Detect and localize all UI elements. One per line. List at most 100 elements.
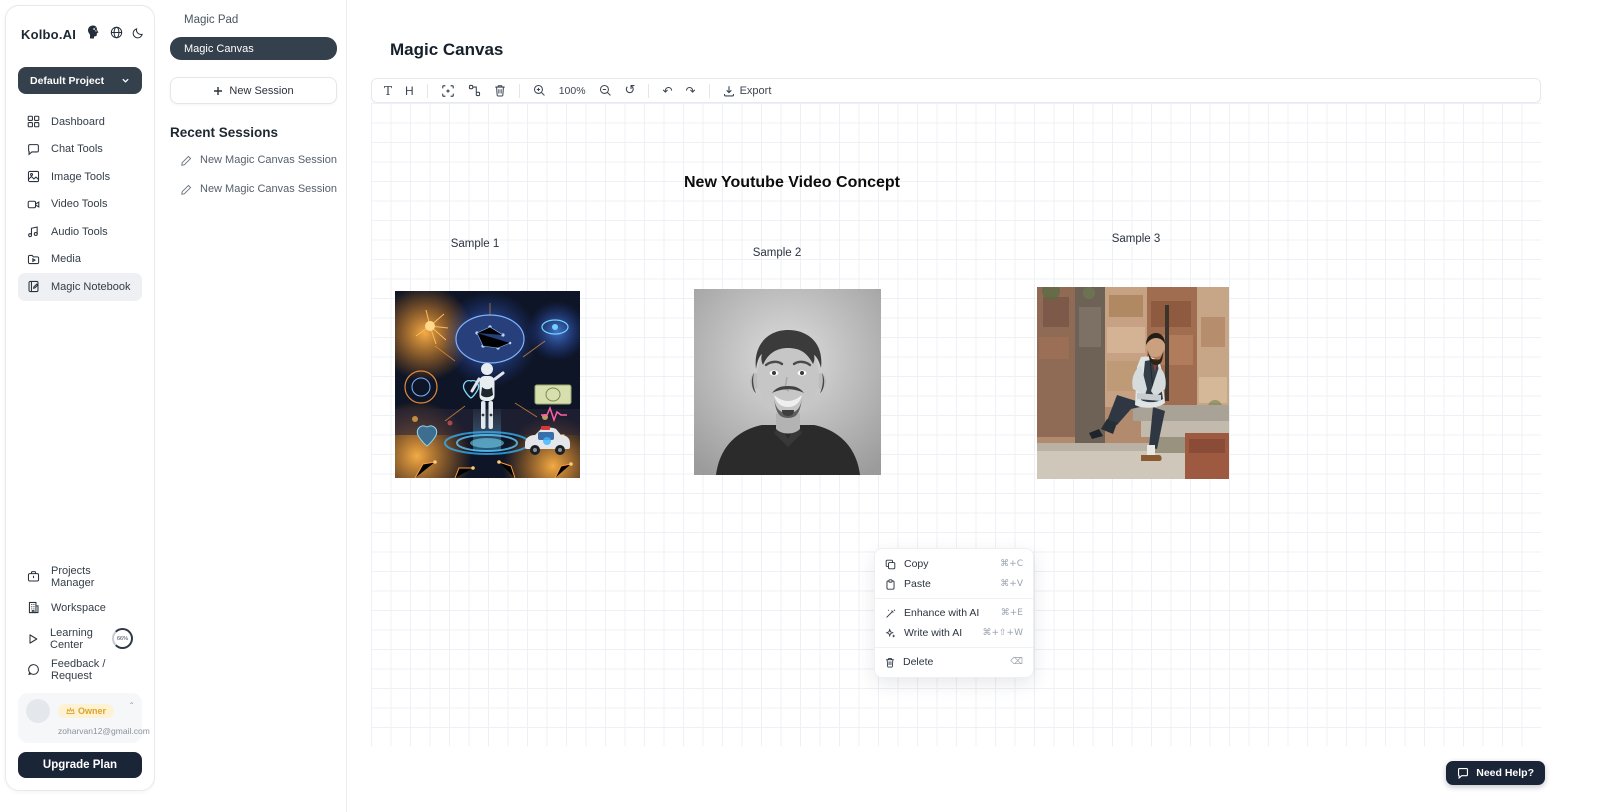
ai-select-icon: [441, 84, 455, 98]
sidebar-item-learning-center[interactable]: Learning Center 66%: [18, 623, 142, 654]
sidebar-item-workspace[interactable]: Workspace: [18, 592, 142, 623]
context-menu: Copy ⌘+C Paste ⌘+V Enhance with AI ⌘+E W…: [874, 548, 1034, 678]
sidebar-item-label: Projects Manager: [51, 565, 133, 589]
sidebar-item-label: Workspace: [51, 602, 106, 614]
user-card[interactable]: Owner zoharvan12@gmail.com ⌃: [18, 693, 142, 743]
sparkles-icon: [885, 628, 896, 639]
trash-icon: [494, 84, 506, 97]
logo-row: Kolbo.AI: [18, 24, 142, 45]
sidebar-item-label: Image Tools: [51, 171, 110, 183]
context-menu-write-ai[interactable]: Write with AI ⌘+⇧+W: [875, 623, 1033, 643]
project-selector[interactable]: Default Project: [18, 67, 142, 94]
reset-view-button[interactable]: ↺: [625, 84, 636, 97]
sample-3-label[interactable]: Sample 3: [1112, 233, 1161, 245]
video-icon: [27, 198, 40, 211]
globe-icon[interactable]: [110, 26, 123, 44]
sample-2-label[interactable]: Sample 2: [753, 247, 802, 259]
sidebar-item-media[interactable]: Media: [18, 246, 142, 274]
export-button[interactable]: Export: [723, 85, 772, 97]
brain-logo-icon: [85, 24, 101, 45]
main-nav: Dashboard Chat Tools Image Tools Video T…: [18, 108, 142, 301]
zoom-in-button[interactable]: [533, 84, 546, 97]
sidebar-item-magic-notebook[interactable]: Magic Notebook: [18, 273, 142, 301]
context-menu-delete[interactable]: Delete ⌫: [875, 652, 1033, 672]
chat-bubble-icon: [1457, 767, 1469, 779]
brand-logo: Kolbo.AI: [21, 27, 76, 42]
play-icon: [27, 633, 39, 645]
context-menu-enhance-ai[interactable]: Enhance with AI ⌘+E: [875, 603, 1033, 623]
zoom-in-icon: [533, 84, 546, 97]
magic-canvas-grid[interactable]: New Youtube Video Concept Sample 1 Sampl…: [371, 103, 1541, 746]
image-icon: [27, 170, 40, 183]
sidebar-item-feedback[interactable]: Feedback / Request: [18, 654, 142, 685]
pencil-icon: [181, 155, 192, 166]
bottom-nav: Projects Manager Workspace Learning Cent…: [18, 561, 142, 685]
canvas-heading[interactable]: New Youtube Video Concept: [684, 174, 900, 192]
context-menu-paste[interactable]: Paste ⌘+V: [875, 574, 1033, 594]
caret-icon: ⌃: [128, 701, 135, 710]
magic-pad-item[interactable]: Magic Pad: [184, 14, 337, 26]
page-title: Magic Canvas: [390, 40, 503, 60]
avatar: [26, 699, 50, 723]
session-list-item[interactable]: New Magic Canvas Session: [181, 183, 337, 195]
sidebar-item-audio-tools[interactable]: Audio Tools: [18, 218, 142, 246]
trash-icon: [885, 657, 895, 668]
connector-icon: [468, 84, 481, 97]
sidebar-item-video-tools[interactable]: Video Tools: [18, 191, 142, 219]
sample-1-label[interactable]: Sample 1: [451, 238, 500, 250]
magic-canvas-item[interactable]: Magic Canvas: [170, 37, 337, 60]
moon-icon[interactable]: [132, 26, 144, 44]
learning-progress-badge: 66%: [112, 628, 133, 649]
user-email: zoharvan12@gmail.com: [58, 726, 134, 736]
delete-tool-button[interactable]: [494, 84, 506, 97]
heading-tool-button[interactable]: H: [405, 84, 414, 98]
upgrade-plan-button[interactable]: Upgrade Plan: [18, 752, 142, 778]
main-area: Magic Canvas T H 100% ↺ ↶ ↷ Export: [348, 0, 1600, 812]
need-help-button[interactable]: Need Help?: [1446, 761, 1545, 785]
zoom-level: 100%: [559, 85, 586, 97]
redo-button[interactable]: ↷: [686, 85, 696, 97]
sidebar-item-label: Learning Center: [50, 627, 99, 651]
session-panel: Magic Pad Magic Canvas New Session Recen…: [155, 0, 347, 812]
sidebar-item-label: Magic Notebook: [51, 281, 131, 293]
text-tool-button[interactable]: T: [384, 84, 392, 98]
canvas-toolbar: T H 100% ↺ ↶ ↷ Export: [371, 78, 1541, 103]
sample-1-image[interactable]: ¥: [395, 291, 580, 478]
zoom-out-icon: [599, 84, 612, 97]
sidebar-item-image-tools[interactable]: Image Tools: [18, 163, 142, 191]
notebook-icon: [27, 280, 40, 293]
magic-wand-icon: [885, 608, 896, 619]
undo-button[interactable]: ↶: [662, 85, 672, 97]
audio-icon: [27, 225, 40, 238]
feedback-icon: [27, 663, 40, 676]
copy-icon: [885, 559, 896, 570]
sidebar: Kolbo.AI Default Project Dashboard Chat …: [5, 5, 155, 791]
menu-divider: [875, 598, 1033, 599]
sidebar-item-label: Dashboard: [51, 116, 105, 128]
plus-icon: [213, 86, 223, 96]
sidebar-item-dashboard[interactable]: Dashboard: [18, 108, 142, 136]
paste-icon: [885, 579, 896, 590]
dashboard-icon: [27, 115, 40, 128]
zoom-out-button[interactable]: [599, 84, 612, 97]
briefcase-icon: [27, 570, 40, 583]
sidebar-item-projects-manager[interactable]: Projects Manager: [18, 561, 142, 592]
sidebar-item-label: Audio Tools: [51, 226, 108, 238]
session-list-item[interactable]: New Magic Canvas Session: [181, 154, 337, 166]
sample-3-image[interactable]: [1037, 287, 1229, 479]
ai-generate-button[interactable]: [441, 84, 455, 98]
sidebar-item-label: Chat Tools: [51, 143, 103, 155]
owner-badge: Owner: [58, 704, 114, 718]
chevron-down-icon: [121, 76, 130, 85]
sample-2-image[interactable]: [694, 289, 881, 475]
context-menu-copy[interactable]: Copy ⌘+C: [875, 554, 1033, 574]
sidebar-item-label: Video Tools: [51, 198, 107, 210]
sidebar-item-chat-tools[interactable]: Chat Tools: [18, 136, 142, 164]
crown-icon: [66, 707, 75, 715]
recent-sessions-heading: Recent Sessions: [170, 125, 337, 140]
connector-tool-button[interactable]: [468, 84, 481, 97]
download-icon: [723, 85, 735, 97]
new-session-button[interactable]: New Session: [170, 77, 337, 104]
sidebar-item-label: Media: [51, 253, 81, 265]
chat-icon: [27, 143, 40, 156]
